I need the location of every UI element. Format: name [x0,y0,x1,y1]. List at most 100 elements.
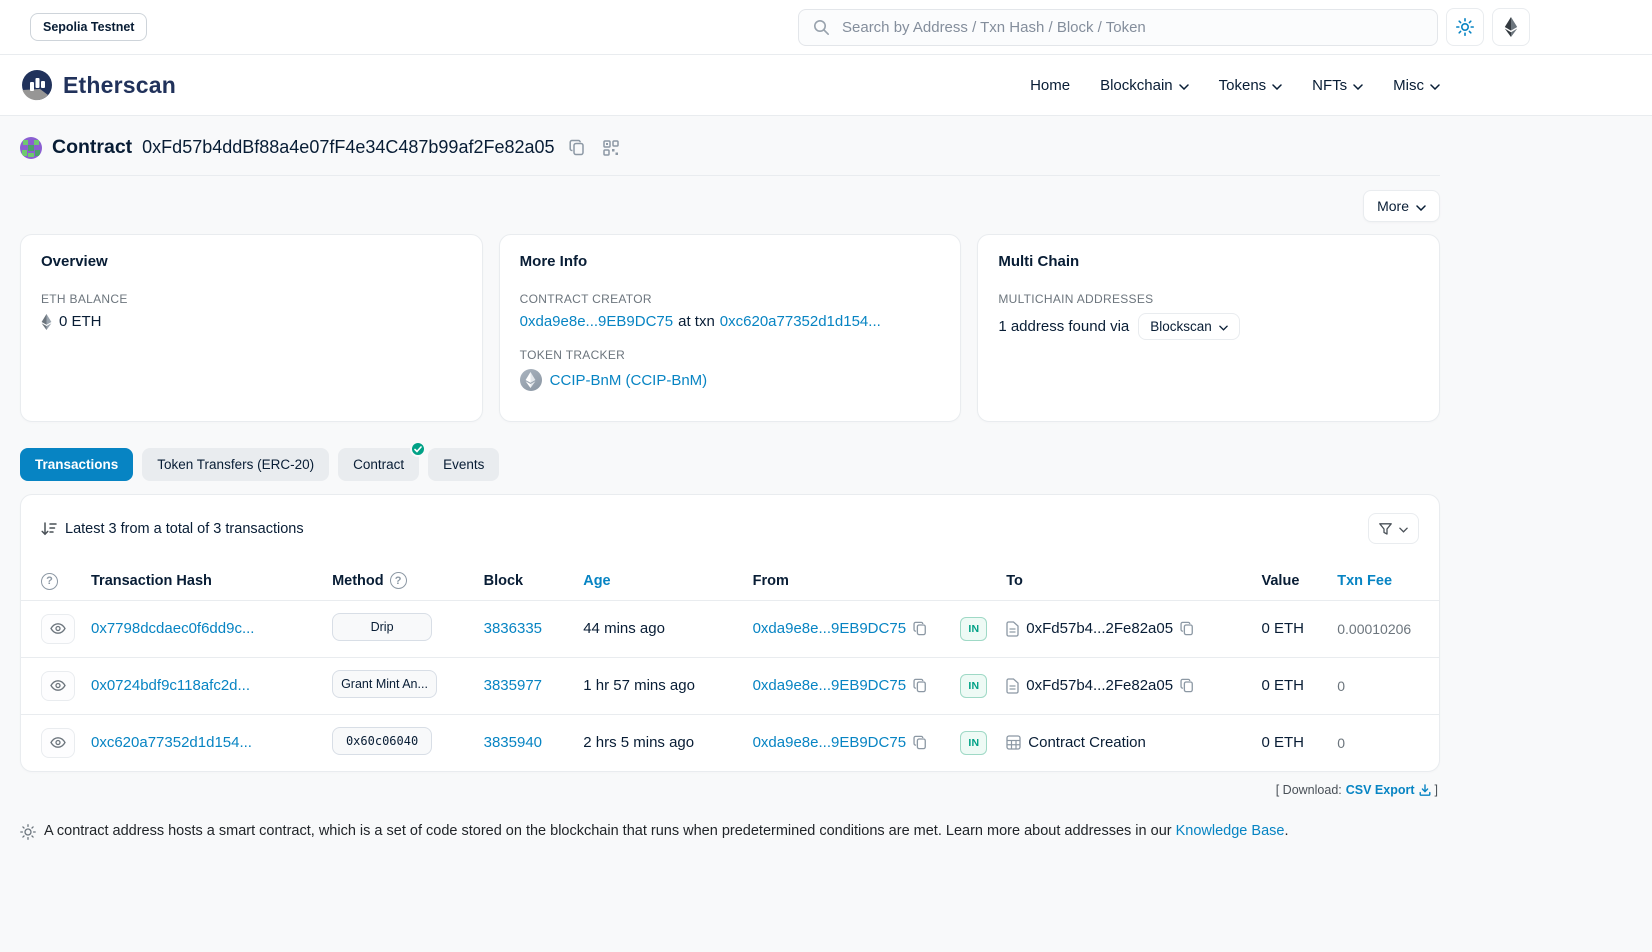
token-tracker-link[interactable]: CCIP-BnM (CCIP-BnM) [550,372,708,389]
age-cell: 1 hr 57 mins ago [575,657,744,714]
chevron-down-icon [1219,319,1228,334]
tab-events[interactable]: Events [428,448,499,481]
qr-code-button[interactable] [599,138,623,158]
from-address-link[interactable]: 0xda9e8e...9EB9DC75 [753,734,906,751]
age-cell: 2 hrs 5 mins ago [575,714,744,771]
filter-button[interactable] [1368,513,1419,544]
etherscan-logo-icon [20,68,54,102]
document-icon [1006,678,1019,694]
column-from: From [745,562,953,600]
copy-icon[interactable] [1180,678,1194,693]
blockscan-dropdown-button[interactable]: Blockscan [1138,313,1240,340]
eth-balance-label: ETH BALANCE [41,292,462,306]
description-text: A contract address hosts a smart contrac… [44,823,1172,839]
tx-preview-button[interactable] [41,671,75,701]
table-row: 0xc620a77352d1d154... 0x60c06040 3835940… [21,714,1439,771]
eye-icon [50,680,66,691]
copy-icon[interactable] [1180,621,1194,636]
nav-misc[interactable]: Misc [1393,77,1440,94]
nav-blockchain[interactable]: Blockchain [1100,77,1189,94]
nav-tokens[interactable]: Tokens [1219,77,1283,94]
theme-toggle-button[interactable] [1446,8,1484,46]
contract-title-row: Contract 0xFd57b4ddBf88a4e07fF4e34C487b9… [20,116,1440,175]
block-link[interactable]: 3835977 [484,677,542,694]
tab-transactions[interactable]: Transactions [20,448,133,481]
brand-name: Etherscan [63,72,176,99]
tab-token-transfers[interactable]: Token Transfers (ERC-20) [142,448,329,481]
download-icon [1419,784,1431,796]
table-row: 0x7798dcdaec0f6dd9c... Drip 3836335 44 m… [21,600,1439,657]
brand-logo[interactable]: Etherscan [20,68,176,102]
txn-hash-link[interactable]: 0xc620a77352d1d154... [91,734,252,751]
chevron-down-icon [1353,77,1363,94]
copy-icon[interactable] [913,621,927,636]
contract-creator-label: CONTRACT CREATOR [520,292,941,306]
method-badge: Drip [332,613,432,641]
block-link[interactable]: 3835940 [484,734,542,751]
chevron-down-icon [1272,77,1282,94]
tx-preview-button[interactable] [41,614,75,644]
txn-hash-link[interactable]: 0x7798dcdaec0f6dd9c... [91,620,254,637]
eth-diamond-icon [1504,17,1518,37]
copy-address-button[interactable] [565,137,589,158]
multichain-count-text: 1 address found via [998,318,1129,335]
age-cell: 44 mins ago [575,600,744,657]
nav-home[interactable]: Home [1030,77,1070,94]
eth-glyph-icon [41,314,52,330]
copy-icon[interactable] [913,678,927,693]
block-link[interactable]: 3836335 [484,620,542,637]
title-divider [20,175,1440,176]
column-age-toggle[interactable]: Age [583,573,610,589]
creator-middle-text: at txn [678,313,715,330]
search-icon [813,19,830,36]
direction-badge: IN [960,617,987,641]
document-icon [1006,621,1019,637]
download-suffix: ] [1435,783,1438,797]
help-icon[interactable]: ? [41,573,58,590]
token-tracker-label: TOKEN TRACKER [520,348,941,362]
help-icon[interactable]: ? [390,572,407,589]
chevron-down-icon [1179,77,1189,94]
tx-preview-button[interactable] [41,728,75,758]
more-dropdown-button[interactable]: More [1363,190,1440,222]
creation-txn-link[interactable]: 0xc620a77352d1d154... [720,313,881,330]
download-prefix: [ Download: [1276,783,1342,797]
qr-code-icon [603,140,619,156]
nav-nfts[interactable]: NFTs [1312,77,1363,94]
chevron-down-icon [1430,77,1440,94]
creator-address-link[interactable]: 0xda9e8e...9EB9DC75 [520,313,673,330]
chain-menu-button[interactable] [1492,8,1530,46]
knowledge-base-link[interactable]: Knowledge Base [1176,823,1285,839]
txn-fee-cell: 0 [1329,714,1439,771]
overview-card: Overview ETH BALANCE 0 ETH [20,234,483,422]
more-info-card-title: More Info [520,253,941,270]
csv-export-link[interactable]: CSV Export [1346,783,1431,797]
to-address: 0xFd57b4...2Fe82a05 [1026,677,1173,694]
chevron-down-icon [1416,198,1426,214]
copy-icon[interactable] [913,735,927,750]
main-nav: Home Blockchain Tokens NFTs Misc [1030,77,1440,94]
value-cell: 0 ETH [1254,600,1330,657]
direction-badge: IN [960,674,987,698]
value-cell: 0 ETH [1254,657,1330,714]
txn-fee-cell: 0 [1329,657,1439,714]
column-txn-fee-toggle[interactable]: Txn Fee [1337,573,1392,589]
from-address-link[interactable]: 0xda9e8e...9EB9DC75 [753,677,906,694]
column-value: Value [1254,562,1330,600]
search-input[interactable] [840,18,1423,37]
more-info-card: More Info CONTRACT CREATOR 0xda9e8e...9E… [499,234,962,422]
copy-icon [569,139,585,156]
multichain-card-title: Multi Chain [998,253,1419,270]
overview-card-title: Overview [41,253,462,270]
txn-hash-link[interactable]: 0x0724bdf9c118afc2d... [91,677,250,694]
method-badge: Grant Mint An... [332,670,437,698]
from-address-link[interactable]: 0xda9e8e...9EB9DC75 [753,620,906,637]
contract-description: A contract address hosts a smart contrac… [20,823,1440,840]
tab-contract[interactable]: Contract [338,448,419,481]
table-row: 0x0724bdf9c118afc2d... Grant Mint An... … [21,657,1439,714]
search-box[interactable] [798,9,1438,46]
network-button[interactable]: Sepolia Testnet [30,13,147,41]
multichain-addresses-label: MULTICHAIN ADDRESSES [998,292,1419,306]
eth-balance-value: 0 ETH [59,313,102,330]
download-row: [ Download: CSV Export ] [20,783,1438,797]
